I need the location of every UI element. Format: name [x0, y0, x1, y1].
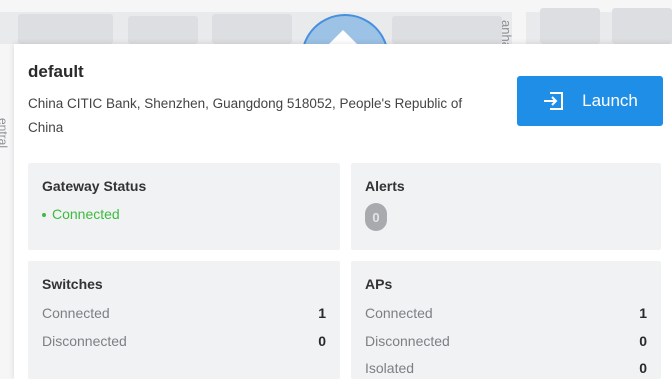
switches-tile: Switches Connected 1 Disconnected 0 — [28, 261, 340, 379]
row-label: Isolated — [365, 360, 415, 376]
alerts-tile: Alerts 0 — [351, 163, 661, 250]
switches-title: Switches — [42, 276, 103, 292]
aps-row-isolated: Isolated 0 — [365, 360, 647, 376]
site-address: China CITIC Bank, Shenzhen, Guangdong 51… — [28, 96, 463, 135]
gateway-status-title: Gateway Status — [42, 178, 147, 194]
map-street-label: entral — [0, 118, 10, 149]
site-name: default — [28, 62, 84, 81]
switches-row-disconnected: Disconnected 0 — [42, 333, 326, 349]
aps-row-connected: Connected 1 — [365, 305, 647, 321]
site-popup-card: default China CITIC Bank, Shenzhen, Guan… — [14, 44, 672, 379]
gateway-status-value: Connected — [42, 206, 120, 222]
launch-button-label: Launch — [582, 91, 638, 110]
map-block — [392, 16, 502, 44]
gateway-status-tile: Gateway Status Connected — [28, 163, 340, 250]
row-value: 0 — [639, 333, 647, 349]
popup-caret — [329, 30, 357, 44]
map-road — [512, 0, 526, 44]
row-value: 1 — [318, 305, 326, 321]
launch-icon — [542, 90, 566, 112]
alerts-count-badge[interactable]: 0 — [365, 203, 387, 231]
map-block — [540, 8, 600, 44]
status-dot-icon — [42, 213, 46, 218]
alerts-title: Alerts — [365, 178, 405, 194]
row-value: 1 — [639, 305, 647, 321]
row-value: 0 — [639, 360, 647, 376]
map-block — [18, 14, 113, 44]
row-label: Disconnected — [365, 333, 450, 349]
map-block — [212, 14, 292, 44]
row-label: Disconnected — [42, 333, 127, 349]
row-value: 0 — [318, 333, 326, 349]
gateway-status-text: Connected — [52, 206, 120, 222]
map-block — [128, 16, 198, 44]
map-block — [612, 8, 672, 44]
row-label: Connected — [42, 305, 110, 321]
row-label: Connected — [365, 305, 433, 321]
aps-row-disconnected: Disconnected 0 — [365, 333, 647, 349]
aps-title: APs — [365, 276, 393, 292]
launch-button[interactable]: Launch — [517, 76, 663, 126]
switches-row-connected: Connected 1 — [42, 305, 326, 321]
aps-tile: APs Connected 1 Disconnected 0 Isolated … — [351, 261, 661, 379]
map-road — [0, 44, 14, 379]
